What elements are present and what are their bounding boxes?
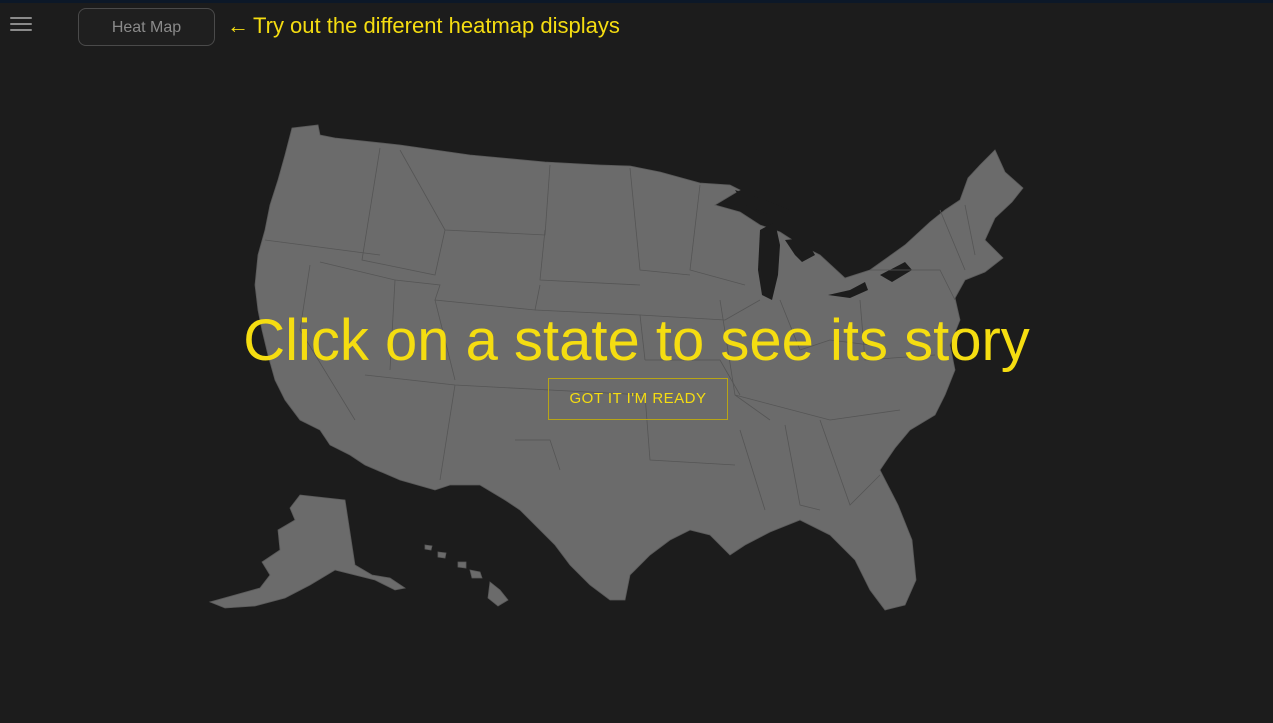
state-hawaii[interactable] (424, 544, 509, 607)
got-it-ready-button[interactable]: GOT IT I'M READY (548, 378, 728, 420)
state-alaska[interactable] (208, 494, 407, 609)
overlay-title: Click on a state to see its story (243, 308, 1030, 373)
